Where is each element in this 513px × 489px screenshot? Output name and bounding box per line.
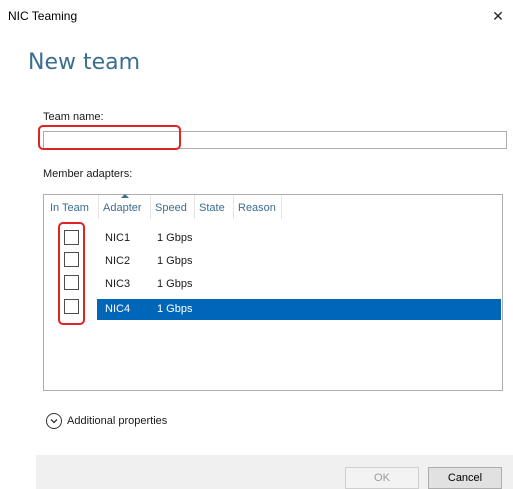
adapter-row-nic3[interactable]: NIC3 1 Gbps (97, 274, 501, 295)
in-team-checkbox-nic2[interactable] (64, 252, 79, 267)
adapter-name: NIC1 (105, 232, 131, 244)
in-team-checkbox-nic4[interactable] (64, 299, 79, 314)
adapter-speed: 1 Gbps (157, 232, 193, 244)
team-name-input[interactable] (43, 131, 507, 149)
additional-properties-label: Additional properties (67, 415, 168, 427)
window-title: NIC Teaming (8, 9, 78, 23)
column-header-adapter-label: Adapter (103, 202, 142, 214)
adapter-name: NIC2 (105, 255, 131, 267)
adapter-speed: 1 Gbps (157, 278, 193, 290)
column-header-row: In Team Adapter Speed State Reason (44, 194, 502, 219)
adapter-speed: 1 Gbps (157, 255, 193, 267)
member-adapters-label: Member adapters: (43, 168, 133, 180)
adapter-row-nic4[interactable]: NIC4 1 Gbps (97, 299, 501, 320)
adapter-row-nic1[interactable]: NIC1 1 Gbps (97, 228, 501, 249)
column-header-state[interactable]: State (195, 195, 234, 219)
page-title: New team (28, 50, 141, 75)
column-header-speed[interactable]: Speed (151, 195, 195, 219)
column-header-in-team[interactable]: In Team (46, 195, 99, 219)
team-name-label: Team name: (43, 111, 104, 123)
in-team-checkbox-nic1[interactable] (64, 230, 79, 245)
close-icon[interactable]: ✕ (489, 8, 507, 24)
in-team-checkbox-nic3[interactable] (64, 275, 79, 290)
adapter-name: NIC3 (105, 278, 131, 290)
adapter-row-nic2[interactable]: NIC2 1 Gbps (97, 251, 501, 272)
ok-button[interactable]: OK (345, 467, 419, 489)
column-header-reason[interactable]: Reason (234, 195, 282, 219)
chevron-down-circle-icon (46, 413, 62, 429)
adapter-speed: 1 Gbps (157, 303, 193, 315)
adapter-name: NIC4 (105, 303, 131, 315)
dialog-footer: OK Cancel (36, 455, 513, 489)
sort-ascending-icon (120, 194, 129, 198)
member-adapters-list[interactable]: In Team Adapter Speed State Reason NIC1 … (43, 194, 503, 391)
column-header-adapter[interactable]: Adapter (99, 194, 151, 219)
cancel-button[interactable]: Cancel (428, 467, 502, 489)
